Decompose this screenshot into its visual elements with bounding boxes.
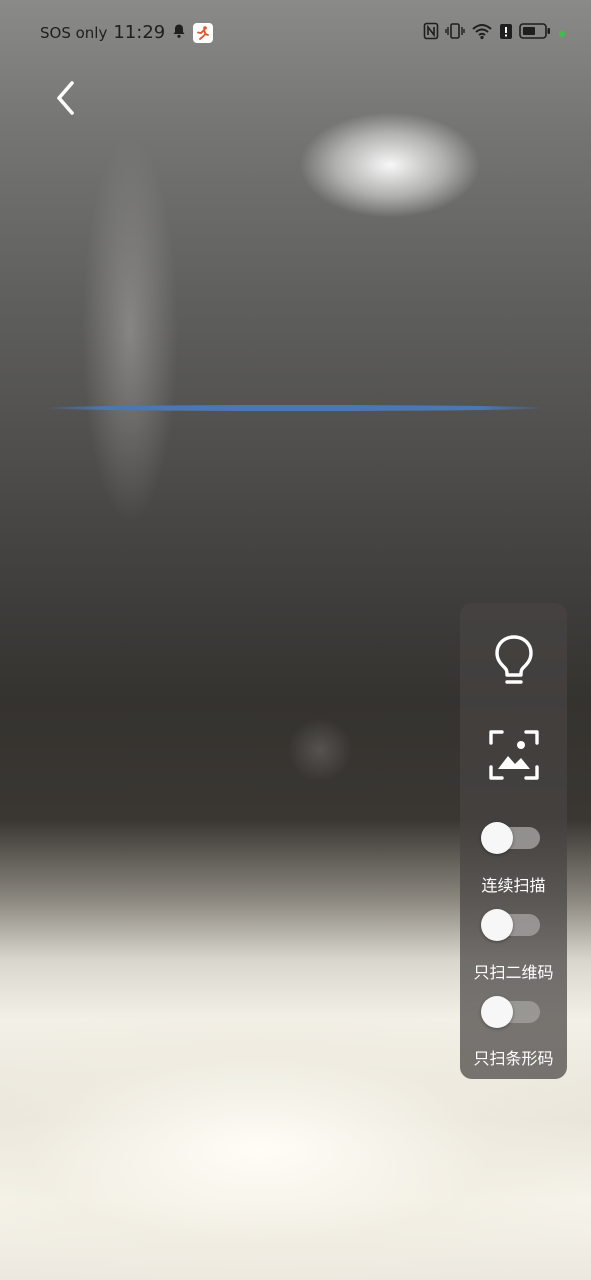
back-button[interactable] bbox=[46, 80, 86, 120]
vibrate-icon bbox=[445, 22, 465, 44]
nfc-icon bbox=[423, 22, 439, 44]
privacy-dot-icon bbox=[557, 24, 567, 43]
status-left: SOS only 11:29 bbox=[40, 22, 214, 43]
carrier-text: SOS only bbox=[40, 23, 108, 42]
toggle-knob bbox=[481, 909, 513, 941]
qr-only-toggle[interactable] bbox=[480, 909, 540, 941]
chevron-left-icon bbox=[54, 80, 78, 120]
lightbulb-icon bbox=[492, 633, 536, 693]
battery-icon bbox=[519, 22, 551, 44]
wifi-icon bbox=[471, 22, 493, 44]
toggle-knob bbox=[481, 996, 513, 1028]
toggle-knob bbox=[481, 822, 513, 854]
flashlight-button[interactable] bbox=[460, 633, 567, 693]
app-notification-icon bbox=[193, 22, 214, 43]
qr-only-label: 只扫二维码 bbox=[473, 963, 554, 982]
clock: 11:29 bbox=[113, 22, 166, 43]
gallery-scan-icon bbox=[488, 729, 540, 785]
continuous-scan-toggle[interactable] bbox=[480, 822, 540, 854]
barcode-only-toggle[interactable] bbox=[480, 996, 540, 1028]
status-right bbox=[423, 22, 567, 44]
bell-icon bbox=[171, 23, 187, 43]
status-bar: SOS only 11:29 bbox=[0, 0, 591, 66]
barcode-only-label: 只扫条形码 bbox=[473, 1049, 554, 1068]
scanner-screen: SOS only 11:29 连续扫描 只扫二维码 只扫条形码 bbox=[0, 0, 591, 1280]
battery-saver-icon bbox=[499, 22, 513, 44]
gallery-button[interactable] bbox=[460, 729, 567, 785]
scan-line bbox=[48, 405, 542, 411]
continuous-scan-label: 连续扫描 bbox=[481, 876, 546, 895]
